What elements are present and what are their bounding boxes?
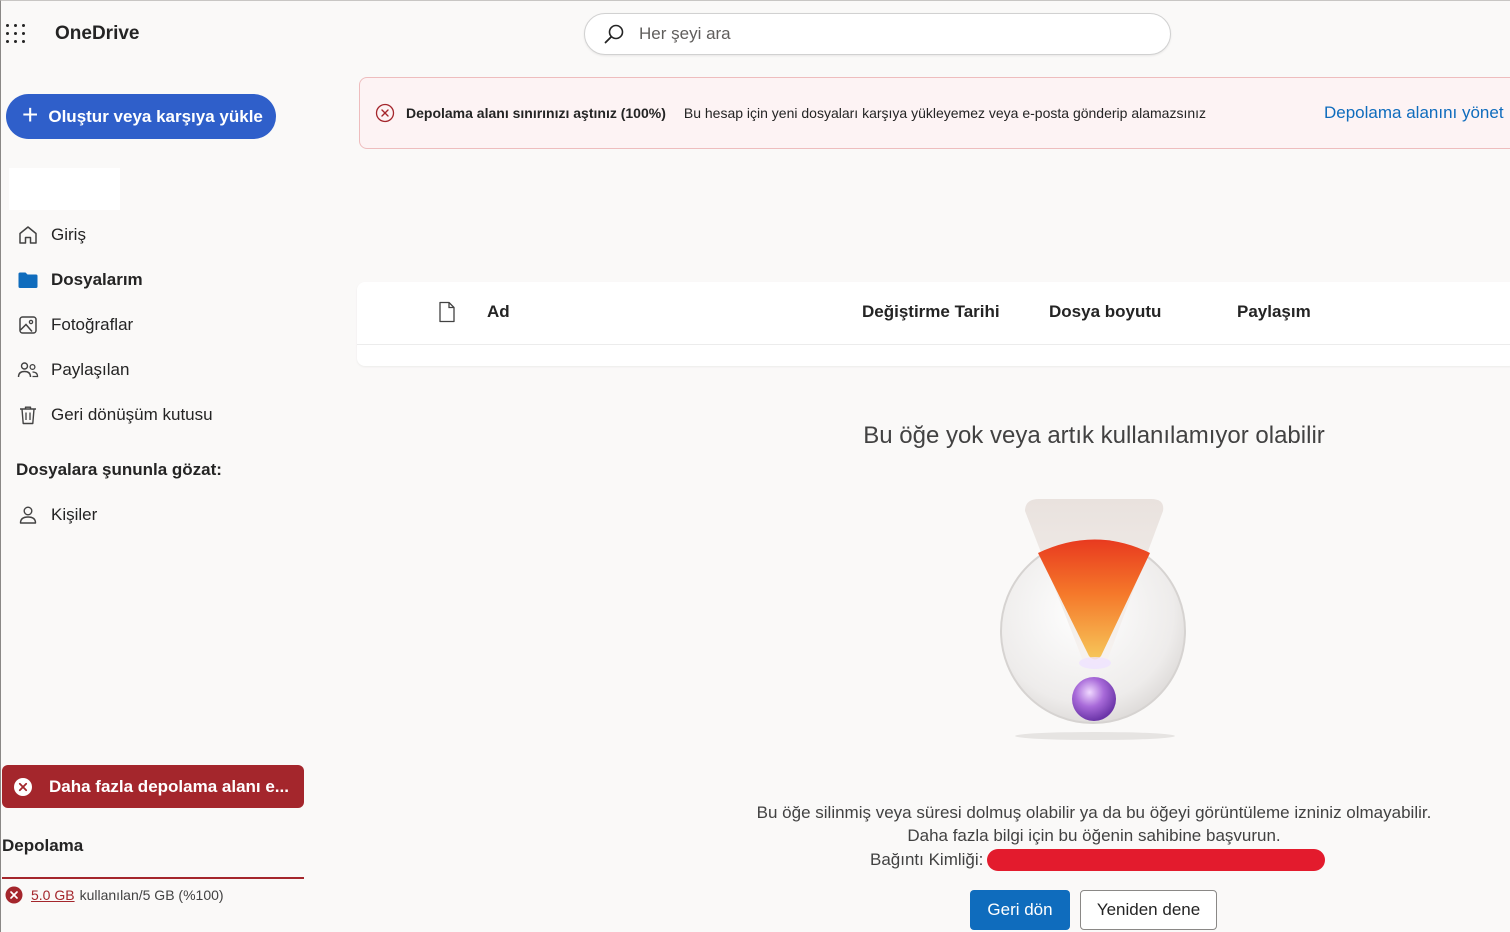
sidebar-item-recycle-bin[interactable]: Geri dönüşüm kutusu: [17, 400, 213, 430]
sidebar-item-my-files[interactable]: Dosyalarım: [17, 265, 143, 295]
sidebar-item-label: Dosyalarım: [51, 270, 143, 289]
empty-state-message-1: Bu öğe silinmiş veya süresi dolmuş olabi…: [756, 803, 1432, 822]
account-placeholder: [9, 168, 120, 210]
sidebar-item-label: Giriş: [51, 225, 86, 244]
error-circle-icon: [14, 777, 32, 796]
sidebar-item-photos[interactable]: Fotoğraflar: [17, 310, 133, 340]
retry-button[interactable]: Yeniden dene: [1080, 890, 1217, 930]
column-header-modified[interactable]: Değiştirme Tarihi: [862, 302, 1000, 322]
storage-usage: 5.0 GB kullanılan/5 GB (%100): [5, 886, 224, 904]
onedrive-app: OneDrive + Oluştur veya karşıya yükle Gi…: [0, 0, 1510, 932]
sidebar-item-label: Geri dönüşüm kutusu: [51, 405, 213, 424]
file-list-header: Ad Değiştirme Tarihi Dosya boyutu Paylaş…: [357, 282, 1510, 366]
banner-title: Depolama alanı sınırınızı aştınız (100%): [406, 105, 666, 121]
error-circle-icon: [375, 103, 395, 123]
sidebar-item-label: Kişiler: [51, 505, 98, 524]
sidebar-item-home[interactable]: Giriş: [17, 220, 86, 250]
go-back-button[interactable]: Geri dön: [970, 890, 1070, 930]
header-divider: [357, 344, 1510, 345]
storage-progress-bar: [2, 877, 304, 879]
storage-title: Depolama: [2, 836, 84, 855]
redacted-correlation-id: [987, 849, 1326, 871]
sidebar-item-label: Paylaşılan: [51, 360, 130, 379]
search-icon: [604, 24, 624, 44]
correlation-id-label: Bağıntı Kimliği:: [870, 850, 984, 869]
person-icon: [19, 506, 37, 524]
column-header-size[interactable]: Dosya boyutu: [1049, 302, 1161, 322]
folder-icon: [18, 272, 38, 288]
search-input[interactable]: [639, 24, 1119, 44]
sidebar-item-people[interactable]: Kişiler: [17, 500, 97, 530]
create-upload-button[interactable]: + Oluştur veya karşıya yükle: [6, 94, 276, 139]
get-more-storage-label: Daha fazla depolama alanı e...: [49, 776, 289, 796]
storage-used-link[interactable]: 5.0 GB: [31, 887, 75, 903]
column-header-sharing[interactable]: Paylaşım: [1237, 302, 1311, 322]
app-launcher-icon[interactable]: [5, 23, 27, 45]
home-icon: [19, 226, 37, 244]
banner-text: Bu hesap için yeni dosyaları karşıya yük…: [683, 105, 1207, 121]
file-type-icon: [439, 301, 455, 323]
trash-icon: [20, 406, 36, 425]
empty-state-title: Bu öğe yok veya artık kullanılamıyor ola…: [863, 422, 1325, 449]
search-box[interactable]: [584, 13, 1171, 55]
app-title[interactable]: OneDrive: [55, 23, 139, 45]
correlation-id-row: Bağıntı Kimliği:: [870, 849, 1326, 871]
plus-icon: +: [22, 99, 39, 130]
storage-detail: kullanılan/5 GB (%100): [79, 887, 224, 903]
error-circle-icon: [5, 886, 23, 904]
sidebar-item-shared[interactable]: Paylaşılan: [17, 355, 129, 385]
storage-limit-banner: Depolama alanı sınırınızı aştınız (100%)…: [359, 77, 1510, 149]
column-header-name[interactable]: Ad: [487, 302, 510, 322]
empty-state-message-2: Daha fazla bilgi için bu öğenin sahibine…: [907, 826, 1281, 845]
photo-icon: [19, 316, 37, 334]
create-upload-label: Oluştur veya karşıya yükle: [48, 106, 263, 126]
browse-section-title: Dosyalara şununla gözat:: [16, 460, 222, 479]
get-more-storage-button[interactable]: Daha fazla depolama alanı e...: [2, 765, 304, 808]
people-icon: [17, 362, 39, 378]
warning-illustration: [1000, 499, 1186, 740]
manage-storage-link[interactable]: Depolama alanını yönet: [1324, 103, 1504, 123]
sidebar-item-label: Fotoğraflar: [51, 315, 134, 334]
